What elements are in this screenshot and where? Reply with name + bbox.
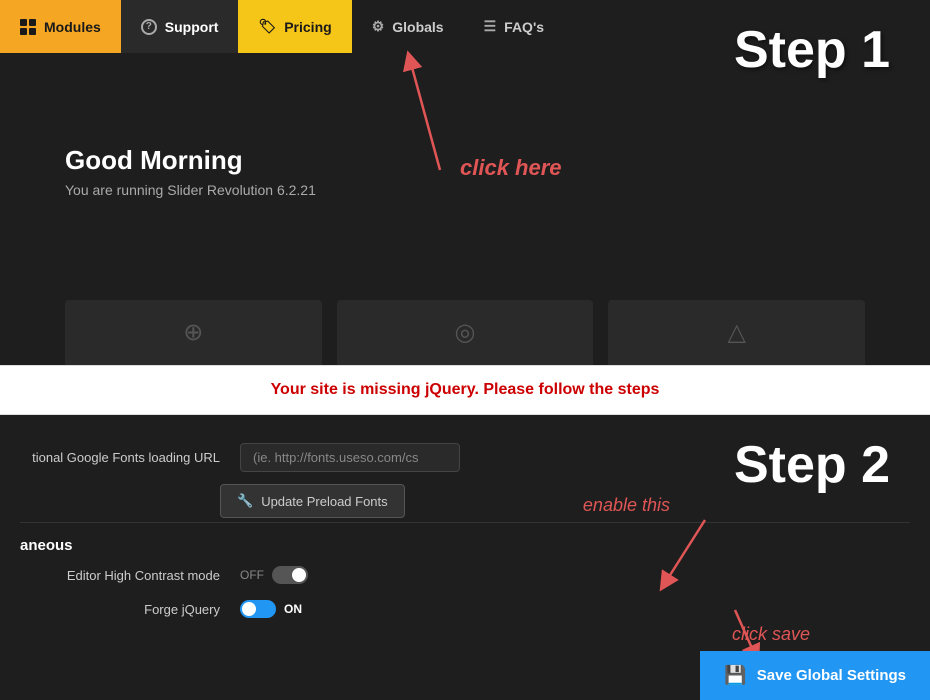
jquery-label: Forge jQuery	[20, 602, 220, 617]
contrast-label: Editor High Contrast mode	[20, 568, 220, 583]
save-global-settings-button[interactable]: 💾 Save Global Settings	[700, 651, 930, 700]
update-preload-fonts-button[interactable]: 🔧 Update Preload Fonts	[220, 484, 405, 518]
jquery-toggle-thumb	[242, 602, 256, 616]
globals-label: Globals	[392, 19, 443, 35]
wrench-icon: 🔧	[237, 493, 253, 509]
google-fonts-input[interactable]: (ie. http://fonts.useso.com/cs	[240, 443, 460, 472]
card-2[interactable]: ◎	[337, 300, 594, 365]
contrast-toggle[interactable]: OFF	[240, 566, 308, 584]
alert-message: Your site is missing jQuery. Please foll…	[271, 381, 660, 399]
support-label: Support	[165, 19, 219, 35]
arrow-enable	[645, 515, 745, 595]
card2-icon: ◎	[455, 318, 476, 347]
contrast-toggle-thumb	[292, 568, 306, 582]
welcome-title: Good Morning	[65, 145, 316, 176]
google-fonts-label: tional Google Fonts loading URL	[20, 450, 220, 465]
question-icon: ?	[141, 19, 157, 35]
contrast-row: Editor High Contrast mode OFF	[0, 558, 930, 592]
jquery-toggle[interactable]: ON	[240, 600, 302, 618]
enable-this-annotation: enable this	[583, 495, 670, 516]
jquery-toggle-track[interactable]	[240, 600, 276, 618]
update-btn-label: Update Preload Fonts	[261, 494, 387, 509]
jquery-toggle-label: ON	[284, 602, 302, 616]
card1-icon: ⊕	[183, 318, 203, 347]
nav-globals[interactable]: ⚙ Globals	[352, 0, 464, 53]
bottom-section: Step 2 tional Google Fonts loading URL (…	[0, 415, 930, 700]
faqs-label: FAQ's	[504, 19, 544, 35]
click-here-annotation: click here	[460, 155, 562, 181]
nav-faqs[interactable]: ☰ FAQ's	[464, 0, 564, 53]
nav-pricing[interactable]: 🏷 Pricing	[238, 0, 351, 53]
save-btn-label: Save Global Settings	[757, 667, 906, 684]
gear-icon: ⚙	[372, 18, 385, 35]
modules-label: Modules	[44, 19, 101, 35]
section-title: aneous	[0, 525, 930, 558]
alert-bar: Your site is missing jQuery. Please foll…	[0, 365, 930, 415]
divider	[20, 522, 910, 523]
cards-row: ⊕ ◎ △	[65, 300, 865, 365]
card-3[interactable]: △	[608, 300, 865, 365]
save-icon: 💾	[724, 665, 746, 686]
tag-icon: 🏷	[258, 18, 276, 35]
card-1[interactable]: ⊕	[65, 300, 322, 365]
top-section: Modules ? Support 🏷 Pricing ⚙ Globals ☰ …	[0, 0, 930, 365]
grid-icon	[20, 19, 36, 35]
card3-icon: △	[727, 318, 745, 347]
step2-label: Step 2	[734, 435, 890, 495]
pricing-label: Pricing	[284, 19, 331, 35]
nav-support[interactable]: ? Support	[121, 0, 239, 53]
jquery-row: Forge jQuery ON	[0, 592, 930, 626]
contrast-toggle-track[interactable]	[272, 566, 308, 584]
welcome-subtitle: You are running Slider Revolution 6.2.21	[65, 182, 316, 198]
step1-label: Step 1	[734, 20, 890, 80]
welcome-area: Good Morning You are running Slider Revo…	[65, 145, 316, 198]
list-icon: ☰	[484, 18, 497, 35]
nav-modules[interactable]: Modules	[0, 0, 121, 53]
contrast-toggle-label: OFF	[240, 568, 264, 582]
